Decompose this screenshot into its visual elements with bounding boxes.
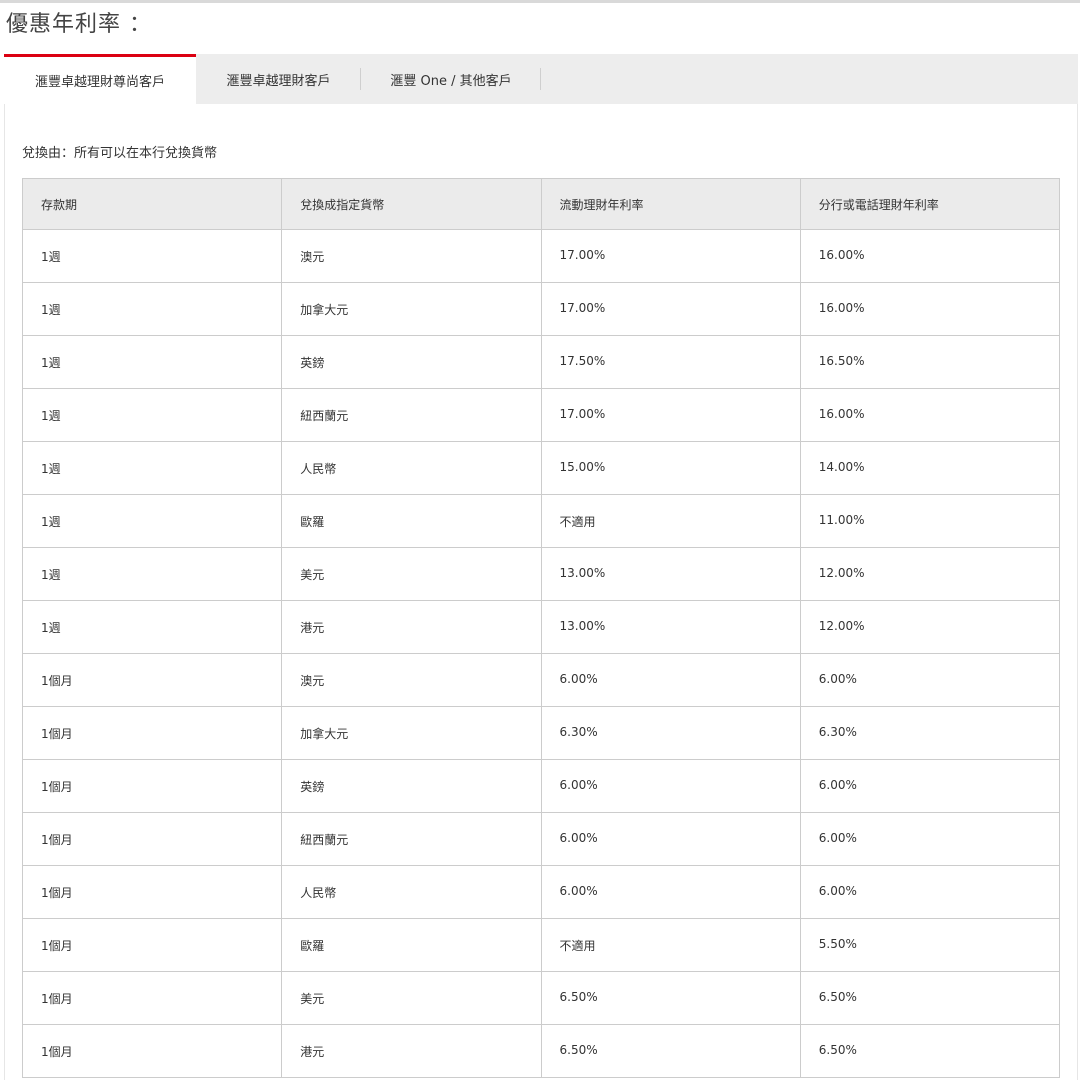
currency-cell: 加拿大元 (281, 706, 542, 760)
deposit-period-cell: 1個月 (21, 1024, 283, 1078)
branch-rate-cell: 6.00% (799, 653, 1061, 707)
header-mobile-rate: 流動理財年利率 (540, 178, 801, 230)
branch-rate-cell: 16.00% (799, 229, 1061, 283)
table-row: 1個月 港元 6.50% 6.50% (21, 1024, 1061, 1078)
branch-rate-cell: 11.00% (799, 494, 1061, 548)
tab-one-others[interactable]: 滙豐 One / 其他客戶 (361, 54, 541, 104)
table-row: 1週 美元 13.00% 12.00% (21, 547, 1061, 601)
table-row: 1個月 人民幣 6.00% 6.00% (21, 865, 1061, 919)
mobile-rate-cell: 13.00% (540, 600, 801, 654)
header-target-currency: 兌換成指定貨幣 (281, 178, 542, 230)
branch-rate-cell: 16.00% (799, 282, 1061, 336)
currency-cell: 加拿大元 (281, 282, 542, 336)
tab-bar-filler (541, 54, 1078, 104)
currency-cell: 港元 (281, 1024, 542, 1078)
table-row: 1個月 加拿大元 6.30% 6.30% (21, 706, 1061, 760)
currency-cell: 人民幣 (281, 441, 542, 495)
deposit-period-cell: 1週 (21, 229, 283, 283)
currency-cell: 英鎊 (281, 335, 542, 389)
currency-cell: 紐西蘭元 (281, 812, 542, 866)
table-row: 1個月 歐羅 不適用 5.50% (21, 918, 1061, 972)
mobile-rate-cell: 6.00% (540, 812, 801, 866)
currency-cell: 港元 (281, 600, 542, 654)
mobile-rate-cell: 17.00% (540, 229, 801, 283)
branch-rate-cell: 14.00% (799, 441, 1061, 495)
mobile-rate-cell: 15.00% (540, 441, 801, 495)
table-row: 1個月 澳元 6.00% 6.00% (21, 653, 1061, 707)
header-branch-phone-rate: 分行或電話理財年利率 (799, 178, 1061, 230)
mobile-rate-cell: 不適用 (540, 918, 801, 972)
deposit-period-cell: 1週 (21, 388, 283, 442)
customer-tabs: 滙豐卓越理財尊尚客戶 滙豐卓越理財客戶 滙豐 One / 其他客戶 (4, 54, 1078, 104)
table-row: 1週 加拿大元 17.00% 16.00% (21, 282, 1061, 336)
mobile-rate-cell: 6.00% (540, 653, 801, 707)
mobile-rate-cell: 不適用 (540, 494, 801, 548)
table-row: 1週 紐西蘭元 17.00% 16.00% (21, 388, 1061, 442)
deposit-period-cell: 1週 (21, 441, 283, 495)
table-row: 1個月 美元 6.50% 6.50% (21, 971, 1061, 1025)
deposit-period-cell: 1週 (21, 335, 283, 389)
currency-cell: 美元 (281, 547, 542, 601)
table-row: 1週 人民幣 15.00% 14.00% (21, 441, 1061, 495)
exchange-from-note: 兌換由：所有可以在本行兌換貨幣 (22, 146, 218, 161)
deposit-period-cell: 1個月 (21, 865, 283, 919)
branch-rate-cell: 6.30% (799, 706, 1061, 760)
currency-cell: 人民幣 (281, 865, 542, 919)
mobile-rate-cell: 6.50% (540, 1024, 801, 1078)
deposit-period-cell: 1個月 (21, 971, 283, 1025)
mobile-rate-cell: 6.00% (540, 759, 801, 813)
currency-cell: 澳元 (281, 653, 542, 707)
table-row: 1週 港元 13.00% 12.00% (21, 600, 1061, 654)
mobile-rate-cell: 6.50% (540, 971, 801, 1025)
branch-rate-cell: 16.00% (799, 388, 1061, 442)
branch-rate-cell: 12.00% (799, 547, 1061, 601)
tab-premier[interactable]: 滙豐卓越理財客戶 (196, 54, 361, 104)
currency-cell: 澳元 (281, 229, 542, 283)
branch-rate-cell: 6.50% (799, 971, 1061, 1025)
mobile-rate-cell: 17.00% (540, 282, 801, 336)
rates-table: 存款期 兌換成指定貨幣 流動理財年利率 分行或電話理財年利率 1週 澳元 17.00… (21, 178, 1061, 1078)
deposit-period-cell: 1個月 (21, 706, 283, 760)
mobile-rate-cell: 17.00% (540, 388, 801, 442)
deposit-period-cell: 1週 (21, 547, 283, 601)
mobile-rate-cell: 6.00% (540, 865, 801, 919)
table-row: 1週 英鎊 17.50% 16.50% (21, 335, 1061, 389)
mobile-rate-cell: 17.50% (540, 335, 801, 389)
page-title: 優惠年利率 ： (6, 12, 152, 37)
deposit-period-cell: 1個月 (21, 759, 283, 813)
top-divider (0, 0, 1080, 3)
mobile-rate-cell: 13.00% (540, 547, 801, 601)
deposit-period-cell: 1個月 (21, 918, 283, 972)
table-header-row: 存款期 兌換成指定貨幣 流動理財年利率 分行或電話理財年利率 (21, 178, 1061, 230)
deposit-period-cell: 1週 (21, 282, 283, 336)
currency-cell: 紐西蘭元 (281, 388, 542, 442)
currency-cell: 英鎊 (281, 759, 542, 813)
currency-cell: 歐羅 (281, 494, 542, 548)
branch-rate-cell: 12.00% (799, 600, 1061, 654)
deposit-period-cell: 1個月 (21, 653, 283, 707)
mobile-rate-cell: 6.30% (540, 706, 801, 760)
branch-rate-cell: 5.50% (799, 918, 1061, 972)
table-row: 1個月 紐西蘭元 6.00% 6.00% (21, 812, 1061, 866)
deposit-period-cell: 1週 (21, 600, 283, 654)
branch-rate-cell: 6.00% (799, 759, 1061, 813)
branch-rate-cell: 6.00% (799, 865, 1061, 919)
deposit-period-cell: 1週 (21, 494, 283, 548)
table-body: 1週 澳元 17.00% 16.00% 1週 加拿大元 17.00% 16.00% 1週 英鎊 17… (21, 229, 1061, 1078)
table-row: 1週 歐羅 不適用 11.00% (21, 494, 1061, 548)
table-row: 1週 澳元 17.00% 16.00% (21, 229, 1061, 283)
currency-cell: 歐羅 (281, 918, 542, 972)
deposit-period-cell: 1個月 (21, 812, 283, 866)
tab-premier-elite[interactable]: 滙豐卓越理財尊尚客戶 (4, 54, 196, 104)
branch-rate-cell: 6.00% (799, 812, 1061, 866)
branch-rate-cell: 6.50% (799, 1024, 1061, 1078)
table-row: 1個月 英鎊 6.00% 6.00% (21, 759, 1061, 813)
branch-rate-cell: 16.50% (799, 335, 1061, 389)
currency-cell: 美元 (281, 971, 542, 1025)
header-deposit-period: 存款期 (21, 178, 283, 230)
